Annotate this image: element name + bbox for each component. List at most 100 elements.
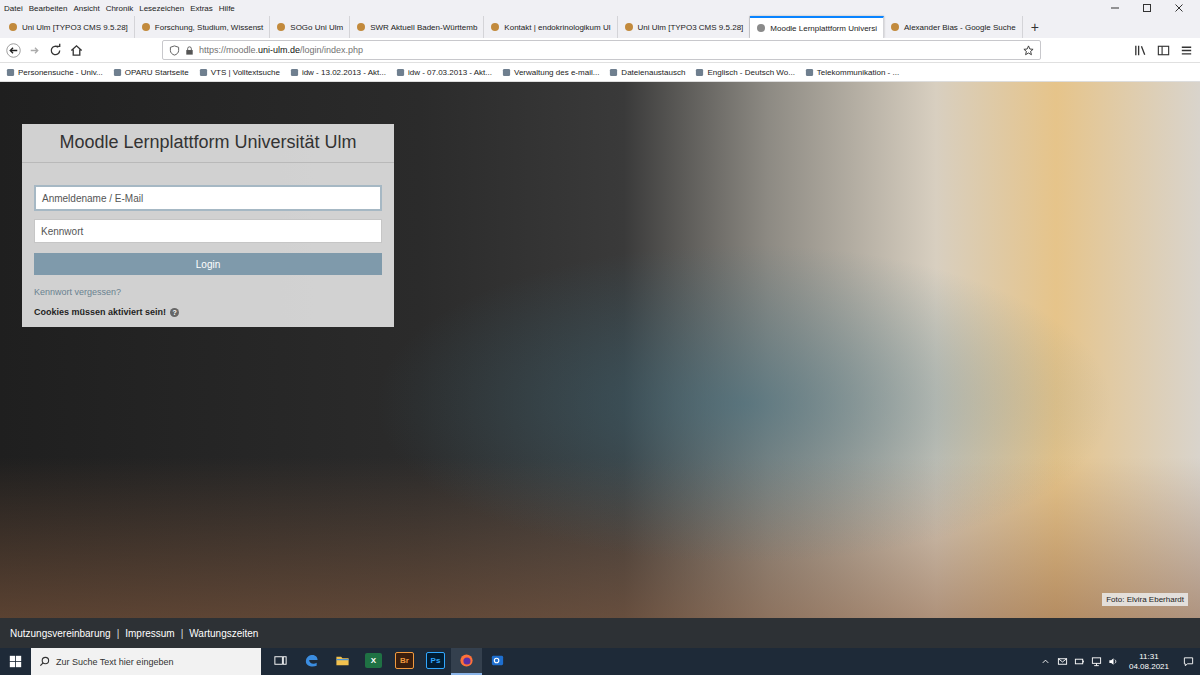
favicon-icon <box>756 23 766 33</box>
help-icon[interactable]: ? <box>170 308 179 317</box>
footer-link[interactable]: Impressum <box>125 628 174 639</box>
bookmark[interactable]: idw - 13.02.2013 - Akt... <box>290 68 386 77</box>
firefox-icon <box>459 653 474 668</box>
bookmark-label: idw - 13.02.2013 - Akt... <box>302 68 386 77</box>
menu-item[interactable]: Bearbeiten <box>29 4 68 13</box>
mail-tray-icon[interactable] <box>1057 656 1068 667</box>
taskbar-app[interactable]: X <box>358 648 389 675</box>
nav-bar: https://moodle.uni-ulm.de/login/index.ph… <box>0 38 1200 63</box>
show-hidden-icon[interactable] <box>1040 656 1051 667</box>
tab-label: SWR Aktuell Baden-Württemb <box>370 23 477 32</box>
tab-label: Kontakt | endokrinologikum Ul <box>504 23 610 32</box>
tab[interactable]: SOGo Uni Ulm <box>270 16 350 38</box>
tab[interactable]: SWR Aktuell Baden-Württemb <box>350 16 484 38</box>
clock[interactable]: 11:3104.08.2021 <box>1125 652 1173 670</box>
menu-item[interactable]: Datei <box>4 4 23 13</box>
bookmark-label: OPARU Startseite <box>125 68 189 77</box>
speaker-icon[interactable] <box>1108 656 1119 667</box>
bookmark[interactable]: VTS | Volltextsuche <box>199 68 280 77</box>
menu-item[interactable]: Ansicht <box>73 4 99 13</box>
desktop: Datei Bearbeiten Ansicht Chronik Lesezeichen… <box>0 0 1200 675</box>
bookmarks-bar: Personensuche - Univ... OPARU Startseite V… <box>0 63 1200 82</box>
bookmark-star-icon[interactable] <box>1023 45 1034 56</box>
notification-icon[interactable] <box>1183 656 1194 667</box>
back-icon[interactable] <box>6 43 21 58</box>
bookmark[interactable]: Personensuche - Univ... <box>6 68 103 77</box>
taskbar-app[interactable] <box>482 648 513 675</box>
tab-label: SOGo Uni Ulm <box>290 23 343 32</box>
lock-icon[interactable] <box>184 45 195 56</box>
sidebar-icon[interactable] <box>1156 43 1171 58</box>
bookmark-favicon-icon <box>199 68 208 77</box>
edge-icon <box>304 653 319 668</box>
network-icon[interactable] <box>1091 656 1102 667</box>
favicon-icon <box>624 22 634 32</box>
windows-start-icon[interactable] <box>9 655 22 668</box>
menu-item[interactable]: Lesezeichen <box>139 4 184 13</box>
shield-icon[interactable] <box>169 45 180 56</box>
bookmark[interactable]: Verwaltung des e-mail... <box>502 68 599 77</box>
taskbar-app[interactable]: Ps <box>420 648 451 675</box>
photo-credit: Foto: Elvira Eberhardt <box>1102 593 1188 606</box>
forgot-password-link[interactable]: Kennwort vergessen? <box>34 287 382 297</box>
window-controls <box>1110 3 1196 13</box>
forward-icon[interactable] <box>27 43 42 58</box>
reload-icon[interactable] <box>48 43 63 58</box>
bookmark-favicon-icon <box>396 68 405 77</box>
bookmark[interactable]: Englisch - Deutsch Wo... <box>695 68 794 77</box>
address-bar[interactable]: https://moodle.uni-ulm.de/login/index.ph… <box>162 40 1041 60</box>
tab[interactable]: Alexander Bias - Google Suche <box>884 16 1023 38</box>
menu-item[interactable]: Hilfe <box>219 4 235 13</box>
taskbar: Zur Suche Text hier eingeben X Br Ps 11:3104… <box>0 648 1200 675</box>
minimize-icon[interactable] <box>1110 3 1120 13</box>
taskbar-app[interactable]: Br <box>389 648 420 675</box>
tab[interactable]: Forschung, Studium, Wissenst <box>135 16 270 38</box>
new-tab-button[interactable]: + <box>1023 16 1047 38</box>
taskbar-app[interactable] <box>451 648 482 675</box>
password-placeholder: Kennwort <box>41 226 83 237</box>
username-field[interactable]: Anmeldename / E-Mail <box>34 185 382 211</box>
tab[interactable]: Uni Ulm [TYPO3 CMS 9.5.28] <box>2 16 135 38</box>
home-icon[interactable] <box>69 43 84 58</box>
footer-separator: | <box>117 628 120 639</box>
page-content: Moodle Lernplattform Universität Ulm Anme… <box>0 82 1200 618</box>
tab-bar: Uni Ulm [TYPO3 CMS 9.5.28] Forschung, Stu… <box>0 16 1200 38</box>
favicon-icon <box>141 22 151 32</box>
tab[interactable]: Moodle Lernplattform Universi <box>750 16 884 38</box>
menu-item[interactable]: Chronik <box>106 4 134 13</box>
bookmark[interactable]: Telekommunikation - ... <box>805 68 899 77</box>
taskbar-app[interactable] <box>296 648 327 675</box>
bookmark-label: Dateienaustausch <box>621 68 685 77</box>
taskbar-apps: X Br Ps <box>265 648 513 675</box>
app-letter-icon: Ps <box>426 652 445 669</box>
taskbar-search[interactable]: Zur Suche Text hier eingeben <box>31 648 261 675</box>
maximize-icon[interactable] <box>1142 3 1152 13</box>
tab[interactable]: Kontakt | endokrinologikum Ul <box>484 16 617 38</box>
tab-label: Moodle Lernplattform Universi <box>770 24 877 33</box>
bookmark[interactable]: OPARU Startseite <box>113 68 189 77</box>
bookmark[interactable]: idw - 07.03.2013 - Akt... <box>396 68 492 77</box>
tab-label: Uni Ulm [TYPO3 CMS 9.5.28] <box>22 23 128 32</box>
tab-label: Alexander Bias - Google Suche <box>904 23 1016 32</box>
search-icon <box>39 656 50 667</box>
menu-icon[interactable] <box>1179 43 1194 58</box>
taskbar-app[interactable] <box>327 648 358 675</box>
login-button[interactable]: Login <box>34 253 382 275</box>
search-placeholder: Zur Suche Text hier eingeben <box>56 657 173 667</box>
tab[interactable]: Uni Ulm [TYPO3 CMS 9.5.28] <box>618 16 751 38</box>
bookmark-favicon-icon <box>805 68 814 77</box>
close-icon[interactable] <box>1174 3 1184 13</box>
login-title: Moodle Lernplattform Universität Ulm <box>22 124 394 163</box>
battery-icon[interactable] <box>1074 656 1085 667</box>
menu-item[interactable]: Extras <box>190 4 213 13</box>
taskbar-app[interactable] <box>265 648 296 675</box>
favicon-icon <box>890 22 900 32</box>
bookmark-label: VTS | Volltextsuche <box>211 68 280 77</box>
password-field[interactable]: Kennwort <box>34 219 382 243</box>
app-letter-icon: Br <box>395 652 414 669</box>
footer-link[interactable]: Nutzungsvereinbarung <box>10 628 111 639</box>
bookmark[interactable]: Dateienaustausch <box>609 68 685 77</box>
library-icon[interactable] <box>1133 43 1148 58</box>
footer-link[interactable]: Wartungszeiten <box>189 628 258 639</box>
cookies-text: Cookies müssen aktiviert sein! <box>34 307 166 317</box>
